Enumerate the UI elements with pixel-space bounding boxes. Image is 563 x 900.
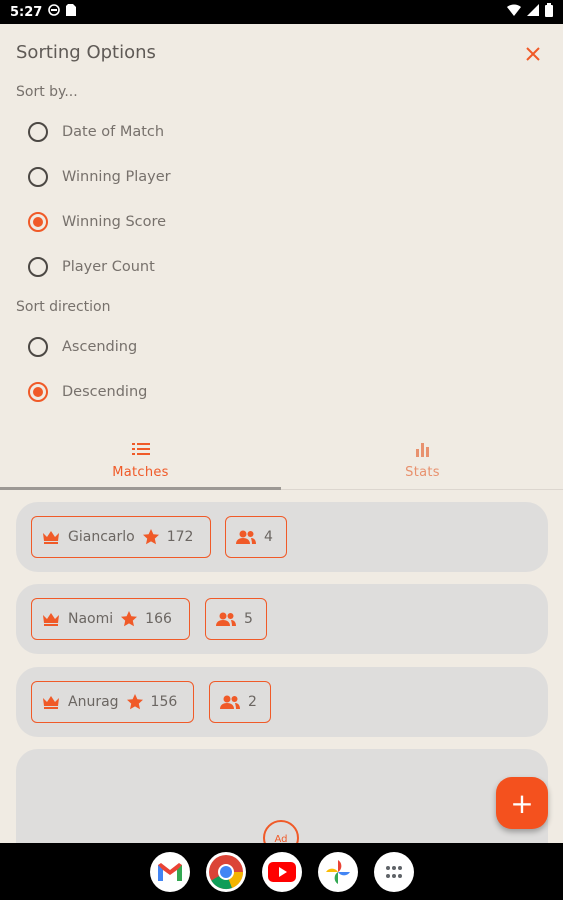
group-icon [216,612,236,626]
sheet-title: Sorting Options [16,42,156,63]
winning-score: 166 [145,611,172,627]
winner-name: Naomi [68,611,114,627]
player-count: 2 [248,694,257,710]
tab-label: Matches [112,464,169,480]
radio-label: Descending [62,384,148,400]
match-card[interactable]: Giancarlo 172 4 [16,502,548,572]
status-time: 5:27 [10,4,43,20]
winning-score: 156 [150,694,178,710]
match-card[interactable]: Naomi 166 5 [16,584,548,654]
radio-descending[interactable]: Descending [28,380,147,404]
radio-label: Ascending [62,339,138,355]
sort-direction-label: Sort direction [16,299,111,315]
winner-chip: Anurag 156 [31,681,194,723]
vpn-icon [48,4,61,20]
tab-matches[interactable]: Matches [0,430,281,490]
crown-icon [42,530,60,544]
radio-winning-score[interactable]: Winning Score [28,210,166,234]
status-bar: 5:27 [0,0,563,24]
star-icon [121,611,138,627]
radio-button-selected[interactable] [28,382,48,402]
battery-icon [545,3,553,21]
star-icon [126,694,143,710]
radio-ascending[interactable]: Ascending [28,335,137,359]
radio-label: Winning Player [62,169,171,185]
radio-button[interactable] [28,257,48,277]
winner-name: Anurag [68,694,119,710]
player-count: 4 [264,529,273,545]
radio-winning-player[interactable]: Winning Player [28,165,171,189]
app-drawer-icon[interactable] [374,852,414,892]
player-count-chip: 2 [209,681,271,723]
radio-player-count[interactable]: Player Count [28,255,155,279]
winner-chip: Giancarlo 172 [31,516,211,558]
radio-button[interactable] [28,337,48,357]
radio-button-selected[interactable] [28,212,48,232]
radio-label: Player Count [62,259,155,275]
sim-card-icon [66,4,77,20]
group-icon [220,695,240,709]
gmail-icon[interactable] [150,852,190,892]
radio-label: Date of Match [62,124,165,140]
chrome-icon[interactable] [206,852,246,892]
match-card[interactable]: Anurag 156 2 [16,667,548,737]
close-icon [526,47,540,61]
radio-button[interactable] [28,167,48,187]
tab-bar: Matches Stats [0,430,563,490]
radio-button[interactable] [28,122,48,142]
star-icon [142,529,159,545]
dock [0,843,563,900]
group-icon [236,530,256,544]
youtube-icon[interactable] [262,852,302,892]
list-icon [131,441,150,459]
wifi-icon [507,4,521,20]
winning-score: 172 [166,529,194,545]
close-button[interactable] [519,40,547,68]
active-tab-indicator [0,487,281,490]
bar-chart-icon [415,441,431,459]
add-match-button[interactable]: + [496,777,548,829]
player-count-chip: 4 [225,516,287,558]
crown-icon [42,695,60,709]
tab-stats[interactable]: Stats [282,430,563,490]
winner-name: Giancarlo [68,529,135,545]
crown-icon [42,612,60,626]
radio-date-of-match[interactable]: Date of Match [28,120,164,144]
radio-label: Winning Score [62,214,167,230]
photos-icon[interactable] [318,852,358,892]
sort-by-label: Sort by... [16,84,78,100]
signal-icon [527,4,539,20]
winner-chip: Naomi 166 [31,598,190,640]
tab-label: Stats [405,464,440,480]
plus-icon: + [510,786,534,820]
player-count-chip: 5 [205,598,267,640]
player-count: 5 [244,611,253,627]
